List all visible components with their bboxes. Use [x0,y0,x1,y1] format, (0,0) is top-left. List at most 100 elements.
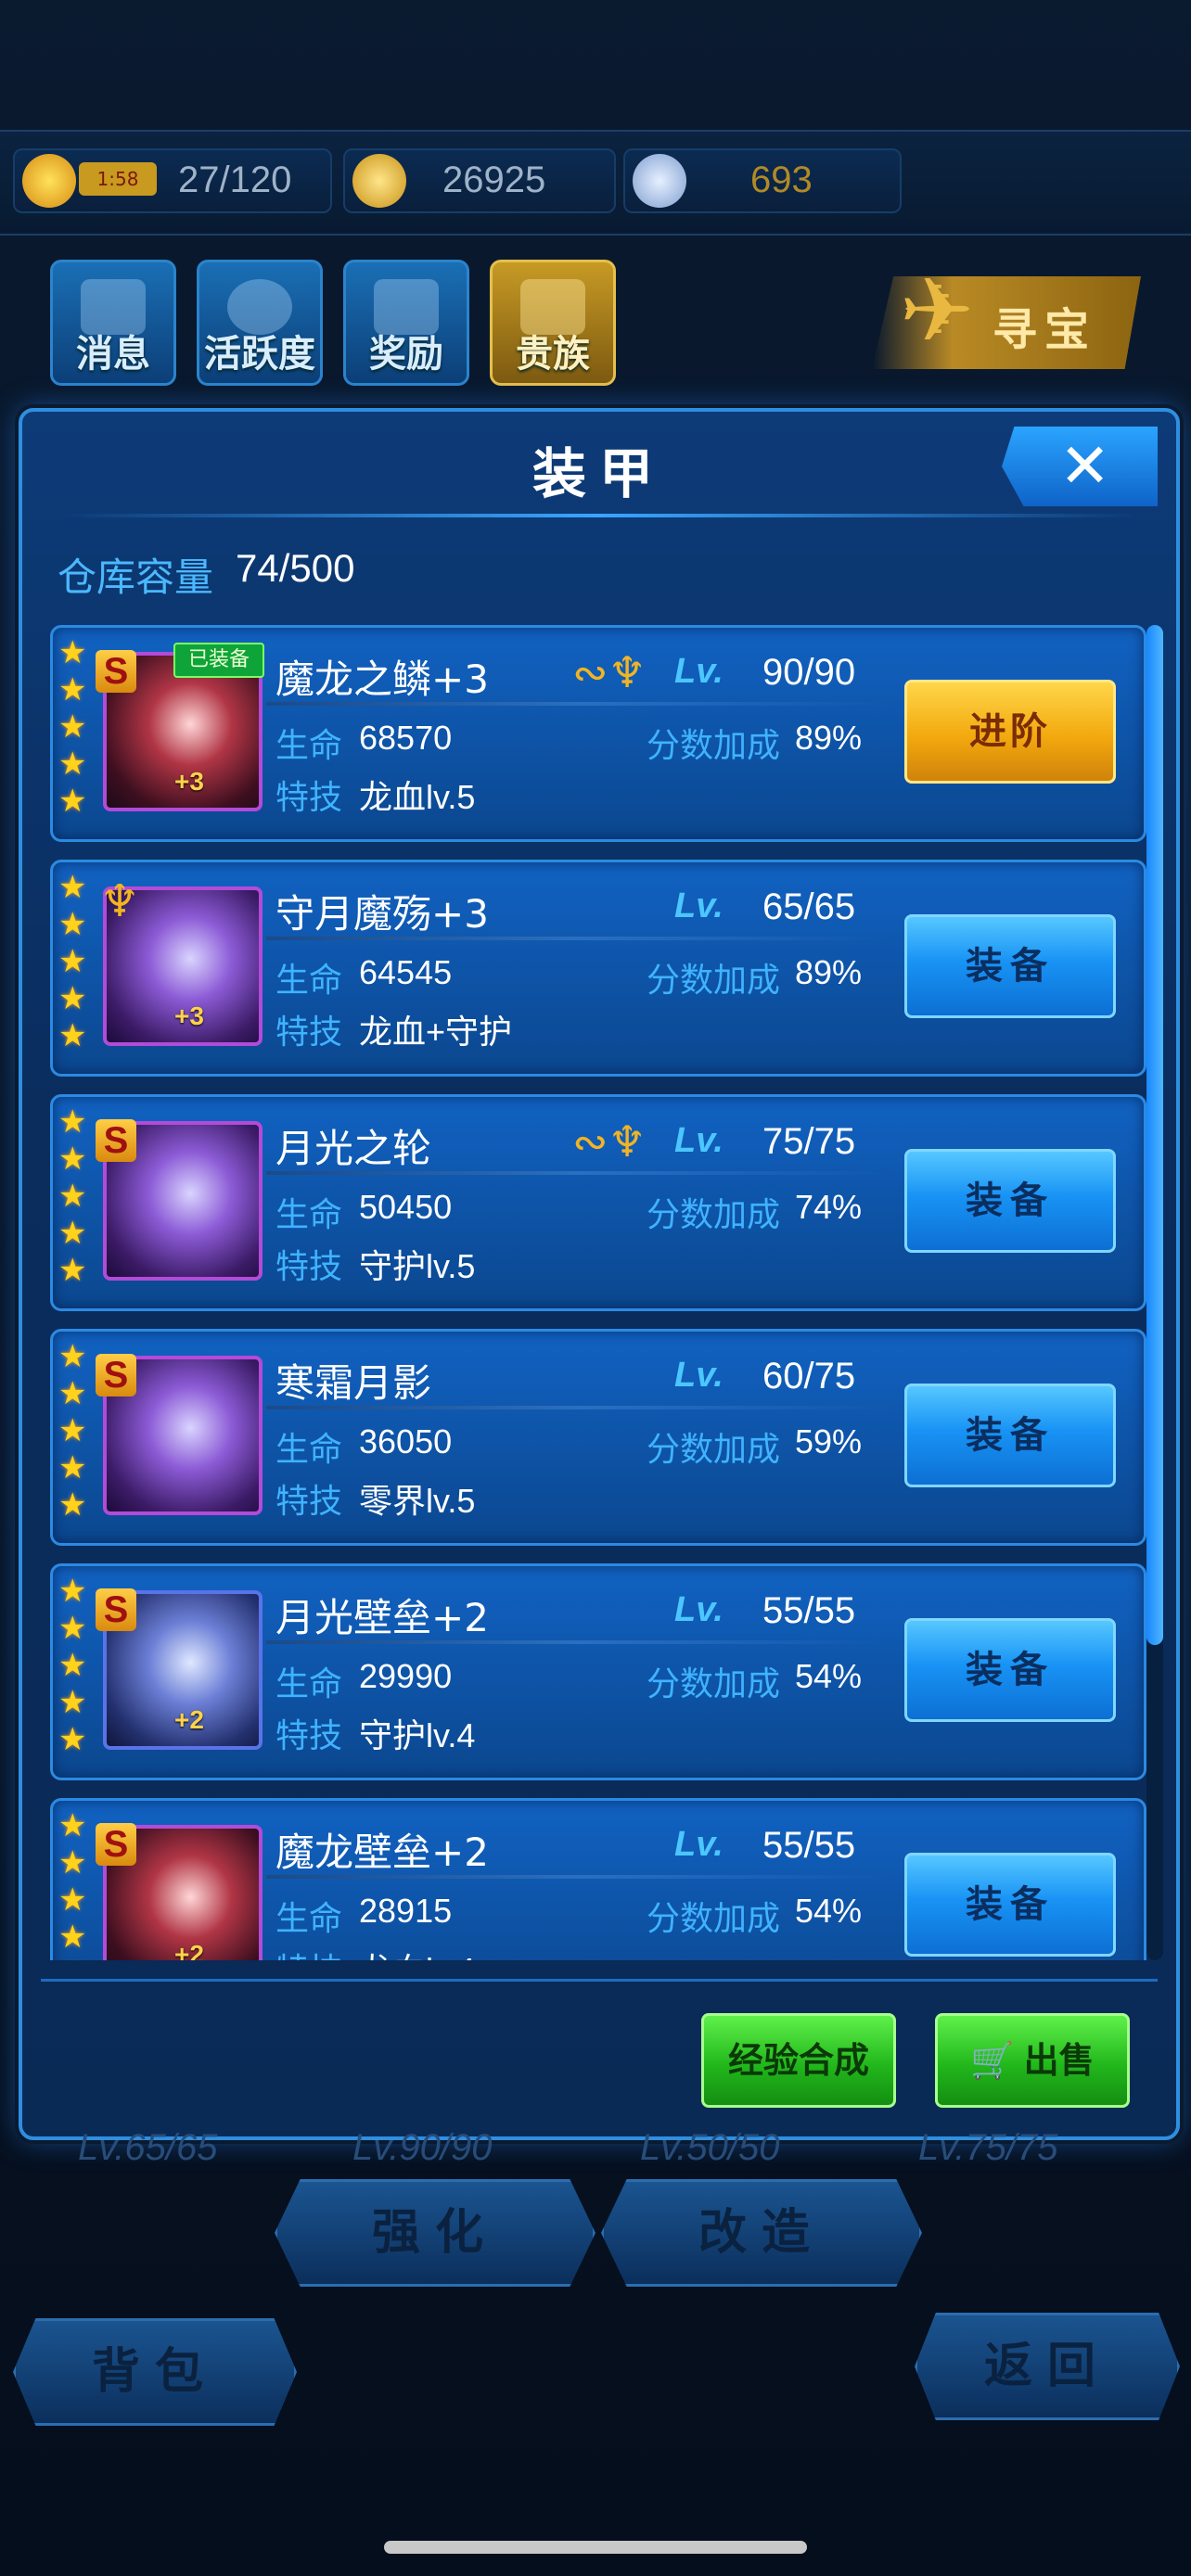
name-underline [266,937,888,940]
armor-card[interactable]: ★ ★ ★ ★ ★ S +2 月光壁垒+2 Lv. 55/55 生命 29990 分数加… [50,1563,1146,1780]
star-icon: ★ [58,1178,87,1215]
rank-s-badge: S [96,1823,136,1866]
star-icon: ★ [58,1573,87,1610]
armor-name: 月光之轮 [275,1126,432,1171]
diamonds-bar[interactable]: 693 [623,148,902,213]
skill-label: 特技 [275,1717,343,1755]
modify-button[interactable]: 改造 [601,2179,922,2287]
energy-value: 27/120 [178,159,292,200]
close-button[interactable]: ✕ [1002,427,1158,506]
equip-button[interactable]: 装备 [904,1618,1116,1722]
star-icon: ★ [58,1412,87,1449]
star-icon: ★ [58,1807,87,1844]
level-label: Lv. [674,1590,724,1629]
star-icon: ★ [58,1252,87,1289]
sell-button[interactable]: 🛒 出售 [935,2013,1130,2108]
exp-merge-button[interactable]: 经验合成 [701,2013,896,2108]
diamond-icon [633,154,686,208]
skill-label: 特技 [275,779,343,817]
equip-button[interactable]: 装备 [904,1853,1116,1957]
level-label: Lv. [674,886,724,925]
noble-button[interactable]: 贵族 [490,260,616,386]
star-icon: ★ [58,1881,87,1919]
skill-value: 守护lv.4 [359,1716,476,1754]
hp-value: 29990 [359,1657,453,1695]
skill-value: 龙血+守护 [359,1013,513,1051]
plus-level: +2 [174,1940,204,1960]
title-divider [56,514,1143,517]
dialog-title: 装甲 [531,442,666,505]
scroll-thumb[interactable] [1146,625,1163,1645]
star-icon: ★ [58,980,87,1017]
list-scrollbar[interactable] [1146,625,1163,1960]
energy-bar[interactable]: 27/120 [13,148,332,213]
activity-label: 活跃度 [204,333,315,376]
skill-value: 龙血lv.4 [359,1944,475,1960]
bonus-label: 分数加成 [647,1431,781,1469]
armor-card[interactable]: ★ ★ ★ ★ ★ S 已装备 +3 魔龙之鳞+3 ∾♆ Lv. 90/90 生命 68… [50,625,1146,842]
coins-value: 26925 [442,159,546,200]
coins-bar[interactable]: 26925 [343,148,616,213]
home-indicator[interactable] [384,2541,807,2554]
diamonds-value: 693 [750,159,813,200]
bg-level-text: Lv.75/75 [918,2127,1058,2168]
star-rating: ★★★★★ [58,637,92,823]
star-rating: ★★★★★ [58,1575,92,1761]
rank-s-badge: S [96,1354,136,1396]
messages-button[interactable]: 消息 [50,260,176,386]
rewards-button[interactable]: 奖励 [343,260,469,386]
star-rating: ★★★★★ [58,1341,92,1526]
level-label: Lv. [674,1825,724,1864]
star-icon: ★ [58,1721,87,1758]
armor-list[interactable]: ★ ★ ★ ★ ★ S 已装备 +3 魔龙之鳞+3 ∾♆ Lv. 90/90 生命 68… [50,625,1163,1960]
star-icon: ★ [58,1486,87,1524]
advance-button[interactable]: 进阶 [904,680,1116,784]
back-button[interactable]: 返回 [915,2313,1180,2420]
armor-name: 月光壁垒+2 [275,1595,489,1640]
skill-value: 龙血lv.5 [359,778,476,816]
bg-level-text: Lv.90/90 [352,2127,493,2168]
wing-emblem-icon: ∾♆ [572,647,647,697]
armor-card[interactable]: ★ ★ ★ ★ ★ ♆ +3 守月魔殇+3 Lv. 65/65 生命 64545 分数加… [50,860,1146,1077]
star-icon: ★ [58,1103,87,1141]
lightning-icon [22,154,76,208]
bag-button[interactable]: 背包 [13,2318,297,2426]
star-icon: ★ [58,1449,87,1486]
bonus-label: 分数加成 [647,1196,781,1234]
star-icon: ★ [58,1338,87,1375]
bonus-value: 89% [795,719,863,757]
hp-value: 64545 [359,953,453,991]
star-rating: ★★★★★ [58,1810,92,1960]
noble-label: 贵族 [516,333,590,376]
armor-dialog: 装甲 ✕ 仓库容量 74/500 ★ ★ ★ ★ ★ S 已装备 +3 魔龙之鳞+3 ∾… [19,408,1180,2140]
level-value: 55/55 [762,1825,856,1866]
bonus-value: 89% [795,953,863,991]
jet-icon: ✈ [899,259,975,363]
star-icon: ★ [58,869,87,906]
hp-label: 生命 [275,1431,343,1469]
bonus-value: 54% [795,1892,863,1930]
star-icon: ★ [58,1215,87,1252]
bonus-value: 54% [795,1657,863,1695]
level-label: Lv. [674,1121,724,1160]
bg-level-text: Lv.50/50 [640,2127,780,2168]
armor-card[interactable]: ★ ★ ★ ★ ★ S 月光之轮 ∾♆ Lv. 75/75 生命 50450 分数加成 … [50,1094,1146,1311]
armor-name: 守月魔殇+3 [275,891,489,937]
strengthen-button[interactable]: 强化 [275,2179,596,2287]
bonus-label: 分数加成 [647,1900,781,1938]
star-icon: ★ [58,671,87,708]
star-rating: ★★★★★ [58,872,92,1057]
equip-button[interactable]: 装备 [904,914,1116,1018]
bonus-label: 分数加成 [647,962,781,1000]
armor-card[interactable]: ★ ★ ★ ★ ★ S 寒霜月影 Lv. 60/75 生命 36050 分数加成 59%… [50,1329,1146,1546]
rewards-label: 奖励 [369,333,443,376]
equip-button[interactable]: 装备 [904,1149,1116,1253]
sell-label: 出售 [1023,2040,1095,2081]
plus-level: +3 [174,1001,204,1030]
equip-button[interactable]: 装备 [904,1384,1116,1487]
star-icon: ★ [58,1017,87,1054]
armor-name: 魔龙壁垒+2 [275,1830,489,1875]
activity-button[interactable]: 活跃度 [197,260,323,386]
armor-card[interactable]: ★★★★★ S +2 魔龙壁垒+2 Lv. 55/55 生命 28915 分数加… [50,1798,1146,1960]
star-icon: ★ [58,783,87,820]
